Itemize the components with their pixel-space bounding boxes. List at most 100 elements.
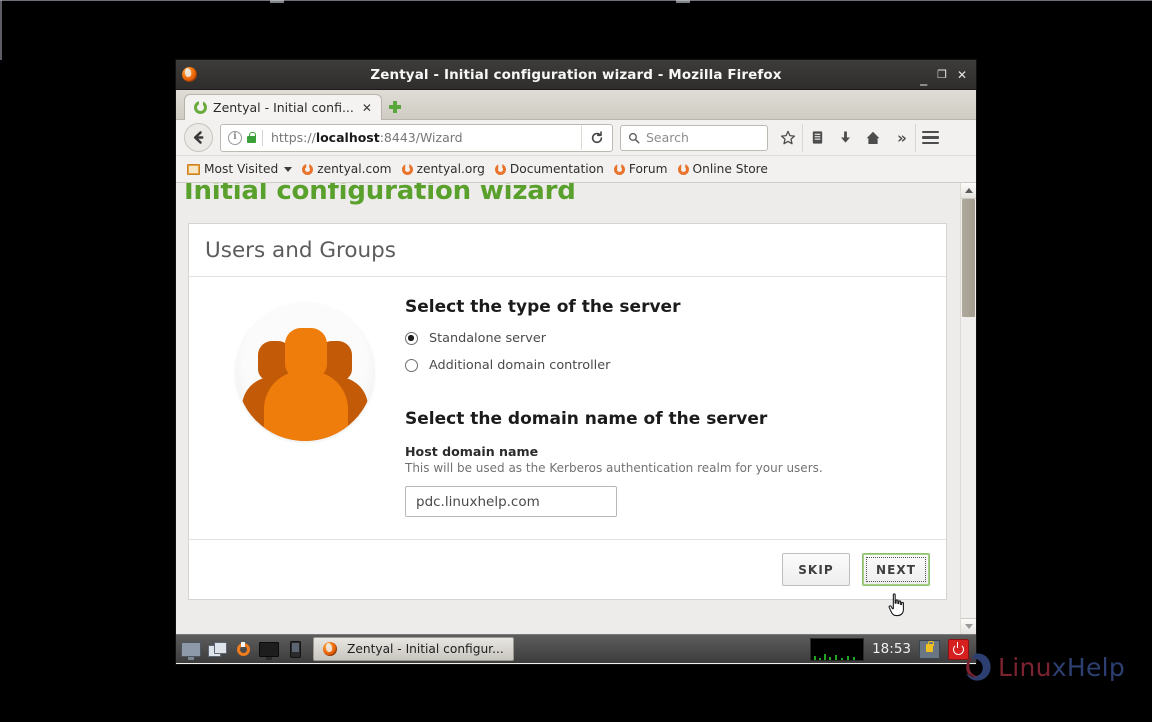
radio-label: Standalone server: [429, 331, 547, 346]
taskbar-window-label: Zentyal - Initial configur...: [347, 642, 504, 656]
radio-additional-domain-controller[interactable]: Additional domain controller: [405, 358, 928, 373]
form-column: Select the type of the server Standalone…: [403, 297, 928, 517]
reload-icon: [591, 130, 603, 143]
scroll-up-button[interactable]: [961, 183, 976, 199]
domain-name-heading: Select the domain name of the server: [405, 409, 768, 429]
taskbar-window-button[interactable]: Zentyal - Initial configur...: [313, 637, 514, 661]
overflow-button[interactable]: »: [887, 124, 915, 152]
lock-screen-icon[interactable]: [919, 639, 940, 659]
scroll-down-arrow-icon: [964, 624, 973, 629]
maximize-button[interactable]: ❐: [937, 69, 947, 80]
home-button[interactable]: [859, 124, 887, 152]
minimize-button[interactable]: _: [920, 71, 927, 85]
search-placeholder: Search: [646, 130, 689, 145]
content-scrollbar[interactable]: [960, 183, 976, 634]
zentyal-icon: [401, 163, 413, 175]
browser-tab[interactable]: Zentyal - Initial confi... ✕: [184, 94, 382, 120]
firefox-icon: [176, 60, 202, 89]
bookmarks-toolbar: Most Visited zentyal.com zentyal.org Doc…: [176, 156, 976, 183]
bookmark-label: zentyal.org: [416, 162, 485, 176]
windows-stack-icon[interactable]: [206, 638, 228, 660]
monitor-icon[interactable]: [258, 638, 280, 660]
home-icon: [866, 131, 880, 144]
skip-button-label: SKIP: [798, 562, 834, 577]
search-icon: [629, 132, 640, 143]
tab-close-icon[interactable]: ✕: [360, 101, 374, 115]
bookmark-zentyal-com[interactable]: zentyal.com: [297, 159, 396, 179]
zentyal-wizard-page: Initial configuration wizard Users and G…: [176, 183, 961, 634]
search-bar[interactable]: Search: [620, 124, 768, 151]
clock[interactable]: 18:53: [872, 641, 911, 657]
bookmark-most-visited[interactable]: Most Visited: [182, 159, 297, 179]
zentyal-icon: [194, 101, 207, 114]
bookmark-zentyal-org[interactable]: zentyal.org: [397, 159, 490, 179]
reload-button[interactable]: [581, 125, 612, 150]
radio-button-standalone[interactable]: [405, 332, 418, 345]
next-button-label: NEXT: [875, 562, 917, 577]
linuxhelp-watermark: LinuxHelp: [960, 650, 1125, 684]
host-domain-input[interactable]: [405, 486, 617, 517]
bookmark-star-button[interactable]: [774, 124, 802, 152]
card-body: Select the type of the server Standalone…: [189, 277, 946, 539]
back-button[interactable]: [184, 123, 213, 152]
zentyal-icon: [613, 163, 625, 175]
wizard-card: Users and Groups Select the type of the …: [188, 223, 947, 600]
watermark-text: LinuxHelp: [998, 653, 1125, 682]
zentyal-icon[interactable]: [232, 638, 254, 660]
bookmark-online-store[interactable]: Online Store: [673, 159, 773, 179]
bookmark-label: Most Visited: [204, 162, 279, 176]
bookmark-label: zentyal.com: [317, 162, 392, 176]
page-info-icon: i: [228, 130, 242, 145]
page-title: Initial configuration wizard: [184, 183, 576, 206]
web-content: Initial configuration wizard Users and G…: [176, 183, 976, 634]
overflow-chevron-icon: »: [897, 128, 907, 147]
bookmark-documentation[interactable]: Documentation: [490, 159, 609, 179]
secure-lock-icon: [247, 132, 256, 143]
skip-button[interactable]: SKIP: [782, 553, 850, 586]
tab-strip: Zentyal - Initial confi... ✕: [176, 90, 976, 120]
zentyal-icon: [302, 163, 314, 175]
url-text: https://localhost:8443/Wizard: [263, 130, 463, 145]
radio-button-additional-dc[interactable]: [405, 359, 418, 372]
reader-list-button[interactable]: [802, 123, 831, 152]
display-icon[interactable]: [180, 638, 202, 660]
scroll-down-button[interactable]: [961, 618, 976, 634]
url-host: localhost: [315, 130, 380, 145]
new-tab-button[interactable]: [382, 94, 408, 120]
menu-hamburger-icon: [921, 128, 939, 147]
bookmark-label: Documentation: [509, 162, 604, 176]
radio-standalone-server[interactable]: Standalone server: [405, 331, 928, 346]
desktop-taskbar: Zentyal - Initial configur... 18:53: [176, 634, 976, 663]
avatar-column: [207, 297, 403, 517]
server-type-heading: Select the type of the server: [405, 297, 681, 317]
scroll-up-arrow-icon: [964, 188, 973, 193]
window-titlebar: Zentyal - Initial configuration wizard -…: [176, 60, 976, 90]
screen-edge-top: [0, 0, 1152, 1]
chevron-down-icon: [284, 166, 293, 172]
screen-edge-left: [0, 0, 2, 60]
watermark-text-a: Linu: [998, 652, 1052, 682]
url-path: :8443/Wizard: [379, 130, 463, 145]
network-graph-icon[interactable]: [810, 637, 865, 661]
users-group-icon: [236, 303, 374, 441]
next-button[interactable]: NEXT: [862, 553, 930, 586]
url-scheme: https://: [271, 130, 316, 145]
device-icon[interactable]: [284, 638, 306, 660]
scrollbar-thumb[interactable]: [962, 199, 975, 317]
close-button[interactable]: ✕: [957, 69, 967, 81]
address-bar[interactable]: i https://localhost:8443/Wizard: [220, 123, 613, 152]
menu-button[interactable]: [915, 123, 944, 152]
folder-icon: [187, 163, 200, 175]
back-arrow-icon: [193, 131, 204, 144]
bookmark-forum[interactable]: Forum: [609, 159, 673, 179]
toolbar-icons: »: [774, 123, 944, 152]
identity-box[interactable]: i: [221, 130, 262, 145]
card-header: Users and Groups: [189, 224, 946, 277]
screen-edge-mark-2: [676, 0, 690, 3]
host-domain-help: This will be used as the Kerberos authen…: [405, 461, 823, 475]
power-off-icon[interactable]: [948, 638, 969, 660]
downloads-button[interactable]: [831, 124, 859, 152]
reader-list-icon: [812, 131, 822, 144]
navigation-toolbar: i https://localhost:8443/Wizard Search »: [176, 120, 976, 156]
firefox-window: Zentyal - Initial configuration wizard -…: [176, 60, 976, 664]
